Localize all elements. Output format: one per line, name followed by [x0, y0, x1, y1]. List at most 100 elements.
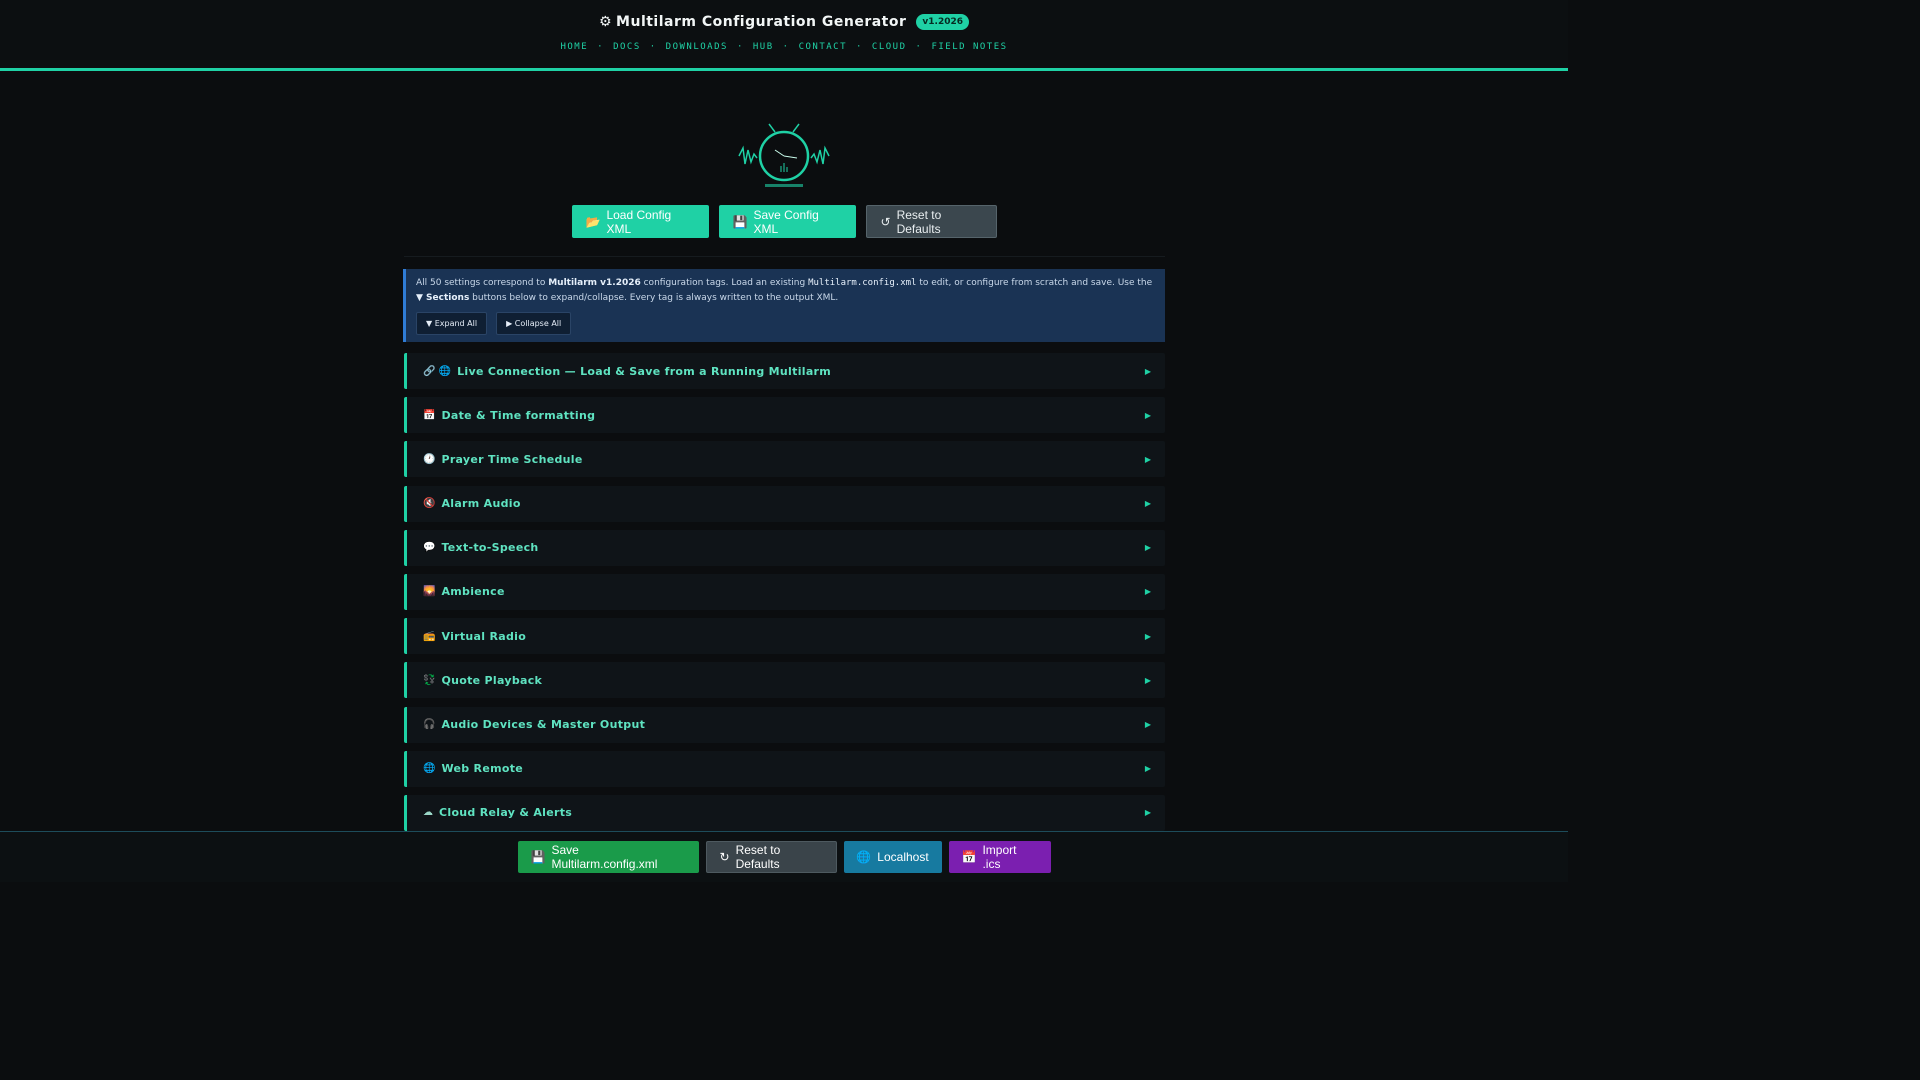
calendar-icon: 📅 — [423, 409, 436, 421]
section-label: Alarm Audio — [441, 497, 521, 511]
cloud-icon: ☁ — [423, 807, 433, 819]
save-multilarm-label: Save Multilarm.config.xml — [551, 843, 658, 871]
folder-icon: 📂 — [585, 214, 601, 229]
section-date-time[interactable]: 📅 Date & Time formatting ▶ — [404, 397, 1165, 434]
expand-arrow-icon: ▶ — [1144, 410, 1151, 420]
section-live-connection[interactable]: 🔗 🌐 Live Connection — Load & Save from a… — [404, 353, 1165, 389]
divider — [404, 256, 1165, 257]
expand-arrow-icon: ▶ — [1144, 587, 1151, 597]
nav-separator: · — [782, 42, 790, 52]
nav-separator: · — [856, 42, 863, 52]
section-label: Live Connection — Load & Save from a Run… — [457, 364, 832, 378]
expand-arrow-icon: ▶ — [1144, 720, 1151, 729]
section-label: Date & Time formatting — [441, 408, 596, 422]
footer-reset-button[interactable]: ↻ Reset to Defaults — [705, 841, 837, 873]
info-sections-word: ▼ Sections — [416, 293, 470, 303]
expand-arrow-icon: ▶ — [1144, 454, 1151, 464]
info-text-part: buttons below to expand/collapse. Every … — [469, 293, 839, 303]
info-text: All 50 settings correspond to Multilarm … — [416, 276, 1155, 306]
title-row: ⚙ Multilarm Configuration Generator v1.20… — [0, 14, 1568, 30]
section-tts[interactable]: 💬 Text-to-Speech ▶ — [404, 529, 1165, 566]
headphones-icon: 🎧 — [423, 719, 436, 730]
quote-icon: 💱 — [423, 674, 436, 686]
nav-cloud[interactable]: CLOUD — [872, 42, 907, 52]
section-label: Text-to-Speech — [441, 541, 539, 555]
collapse-all-button[interactable]: ▶ Collapse All — [496, 312, 572, 335]
expand-all-button[interactable]: ▼ Expand All — [416, 312, 488, 335]
expand-arrow-icon: ▶ — [1144, 499, 1151, 509]
link-globe-icon: 🔗 🌐 — [423, 365, 452, 377]
globe-icon: 🌐 — [423, 763, 436, 775]
footer-reset-label: Reset to Defaults — [735, 843, 781, 871]
nav-separator: · — [915, 42, 923, 52]
import-ics-label: Import .ics — [982, 843, 1017, 871]
reset-icon: ↺ — [880, 214, 891, 229]
nav-docs[interactable]: DOCS — [613, 42, 641, 52]
section-virtual-radio[interactable]: 📻 Virtual Radio ▶ — [404, 618, 1165, 655]
save-multilarm-config-button[interactable]: 💾 Save Multilarm.config.xml — [517, 841, 699, 873]
expand-arrow-icon: ▶ — [1144, 631, 1151, 641]
load-config-label: Load Config XML — [606, 207, 672, 236]
app-title-text: Multilarm Configuration Generator — [616, 14, 907, 30]
globe-icon: 🌐 — [856, 850, 872, 864]
localhost-label: Localhost — [877, 850, 929, 864]
info-panel: All 50 settings correspond to Multilarm … — [403, 269, 1165, 342]
expand-arrow-icon: ▶ — [1144, 764, 1151, 774]
gear-icon: ⚙ — [598, 14, 613, 30]
save-config-label: Save Config XML — [753, 207, 819, 236]
nav-contact[interactable]: CONTACT — [799, 42, 847, 52]
radio-icon: 📻 — [423, 630, 436, 642]
top-header: ⚙ Multilarm Configuration Generator v1.20… — [0, 0, 1568, 71]
multilarm-logo — [738, 123, 830, 187]
version-badge: v1.2026 — [916, 14, 970, 30]
import-ics-button[interactable]: 📅 Import .ics — [948, 841, 1051, 873]
expand-arrow-icon: ▶ — [1144, 675, 1151, 685]
nav-hub[interactable]: HUB — [753, 42, 774, 52]
nav-separator: · — [649, 42, 657, 52]
section-web-remote[interactable]: 🌐 Web Remote ▶ — [404, 750, 1165, 787]
expand-arrow-icon: ▶ — [1144, 808, 1151, 818]
config-actions: 📂 Load Config XML 💾 Save Config XML ↺ Re… — [0, 205, 1568, 238]
section-prayer-time[interactable]: 🕐 Prayer Time Schedule ▶ — [404, 441, 1165, 478]
floppy-icon: 💾 — [732, 214, 748, 229]
nav-separator: · — [597, 42, 605, 52]
info-text-part: to edit, or configure from scratch and s… — [916, 278, 1153, 288]
footer-toolbar: 💾 Save Multilarm.config.xml ↻ Reset to D… — [0, 831, 1568, 882]
info-text-part: configuration tags. Load an existing — [640, 278, 809, 288]
section-label: Quote Playback — [441, 673, 543, 687]
nav-downloads[interactable]: DOWNLOADS — [666, 42, 728, 52]
info-brand: Multilarm v1.2026 — [548, 278, 641, 288]
section-label: Cloud Relay & Alerts — [439, 806, 573, 820]
speaker-icon: 🔇 — [423, 498, 436, 510]
floppy-icon: 💾 — [530, 850, 546, 864]
section-audio-devices[interactable]: 🎧 Audio Devices & Master Output ▶ — [404, 706, 1165, 743]
refresh-icon: ↻ — [719, 850, 730, 864]
reset-defaults-button[interactable]: ↺ Reset to Defaults — [865, 205, 997, 238]
speech-bubble-icon: 💬 — [423, 542, 436, 554]
save-config-button[interactable]: 💾 Save Config XML — [718, 205, 856, 238]
section-label: Virtual Radio — [441, 629, 527, 643]
landscape-icon: 🌄 — [423, 586, 436, 598]
app-title: ⚙ Multilarm Configuration Generator — [599, 14, 906, 30]
top-nav: HOME · DOCS · DOWNLOADS · HUB · CONTACT · CLO… — [0, 42, 1568, 52]
reset-label: Reset to Defaults — [896, 207, 942, 236]
section-list: 🔗 🌐 Live Connection — Load & Save from a… — [404, 353, 1165, 839]
localhost-button[interactable]: 🌐 Localhost — [843, 841, 942, 873]
section-cloud-relay[interactable]: ☁ Cloud Relay & Alerts ▶ — [404, 794, 1165, 831]
section-quote-playback[interactable]: 💱 Quote Playback ▶ — [404, 662, 1165, 699]
nav-separator: · — [736, 42, 744, 52]
section-alarm-audio[interactable]: 🔇 Alarm Audio ▶ — [404, 485, 1165, 522]
info-buttons: ▼ Expand All ▶ Collapse All — [416, 312, 1155, 335]
section-label: Ambience — [441, 585, 505, 599]
clock-icon: 🕐 — [423, 453, 436, 465]
expand-arrow-icon: ▶ — [1144, 366, 1151, 376]
info-filename: Multilarm.config.xml — [808, 278, 917, 288]
section-label: Web Remote — [441, 762, 524, 776]
section-ambience[interactable]: 🌄 Ambience ▶ — [404, 573, 1165, 610]
load-config-button[interactable]: 📂 Load Config XML — [571, 205, 709, 238]
nav-field-notes[interactable]: FIELD NOTES — [931, 42, 1007, 52]
info-text-part: All 50 settings correspond to — [416, 278, 549, 288]
section-label: Prayer Time Schedule — [441, 452, 583, 466]
calendar-icon: 📅 — [961, 850, 977, 864]
nav-home[interactable]: HOME — [560, 42, 588, 52]
